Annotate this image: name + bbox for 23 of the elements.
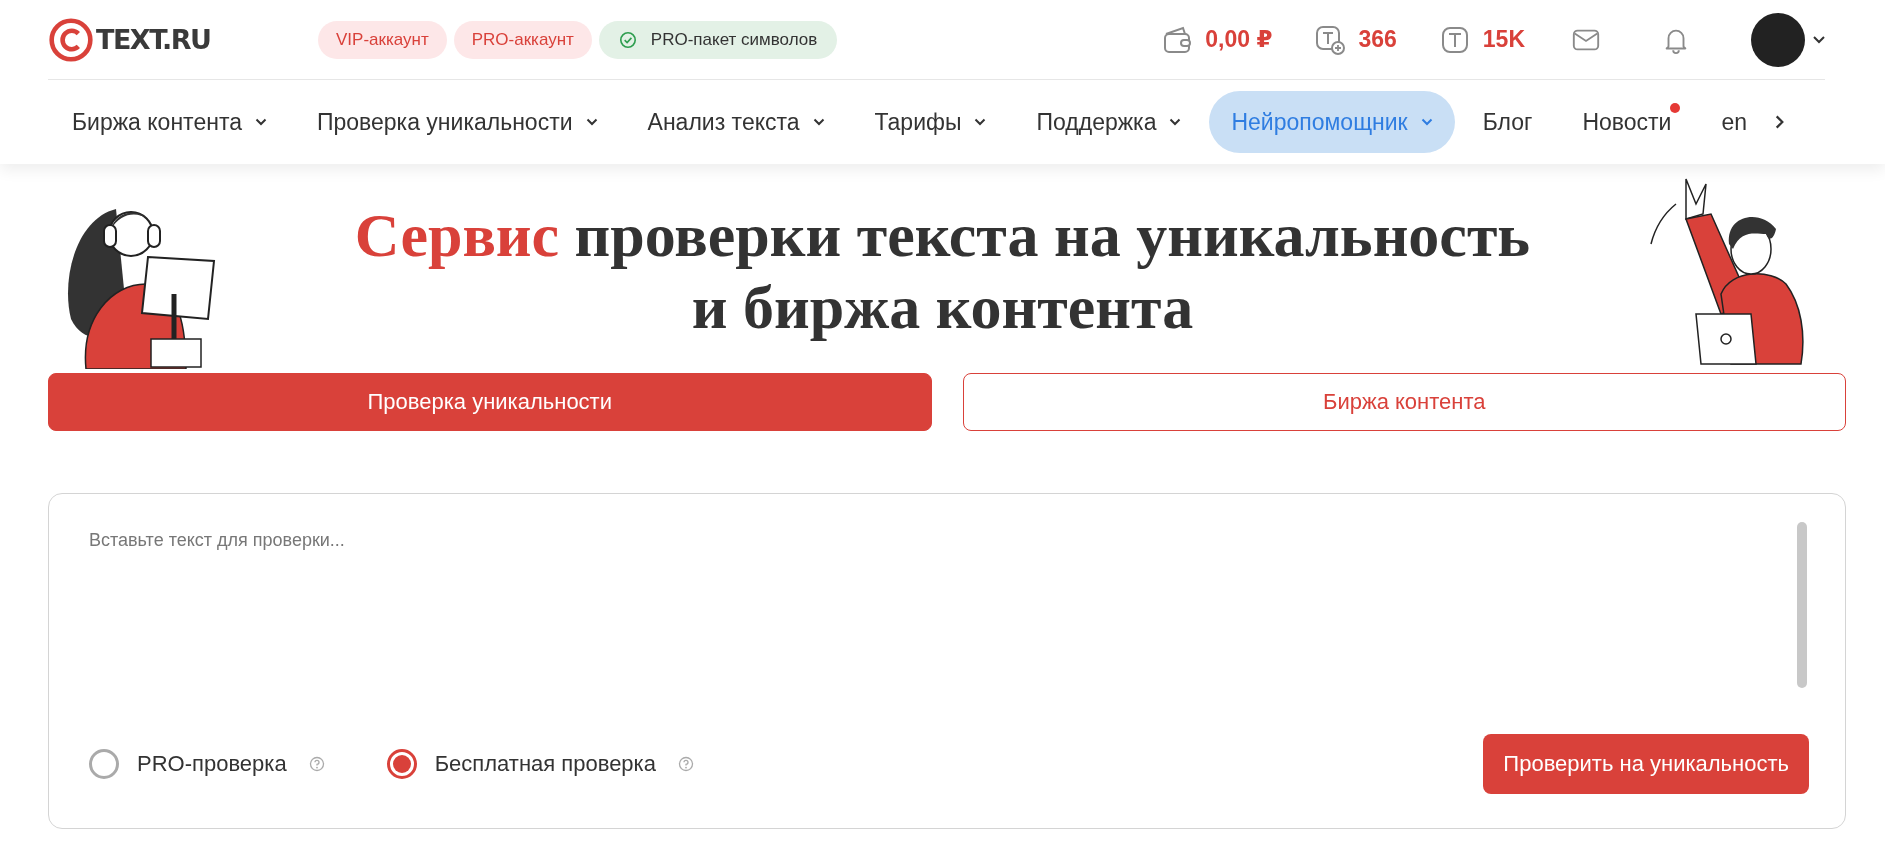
hero-subtitle: и биржа контента xyxy=(691,272,1194,343)
stat-value[interactable]: 366 xyxy=(1358,26,1397,53)
nav-item[interactable]: Поддержка xyxy=(1014,91,1204,153)
nav-item[interactable]: Проверка уникальности xyxy=(294,91,620,153)
account-badge[interactable]: PRO-аккаунт xyxy=(453,20,592,59)
logo-text[interactable]: TEXT.RU xyxy=(96,24,211,55)
stat-value[interactable]: 0,00 ₽ xyxy=(1205,26,1273,53)
radio-label[interactable]: PRO-проверка xyxy=(137,751,287,777)
stat-value[interactable]: 15K xyxy=(1482,26,1525,53)
check-uniqueness-button[interactable]: Проверить на уникальность xyxy=(1483,734,1809,794)
account-badge[interactable]: VIP-аккаунт xyxy=(318,20,447,59)
nav-item[interactable]: en xyxy=(1699,91,1770,153)
nav-item[interactable]: Новости xyxy=(1560,91,1694,153)
section-tab[interactable]: Проверка уникальности xyxy=(48,373,932,431)
nav-item[interactable]: Тарифы xyxy=(852,91,1009,153)
nav-item[interactable]: Блог xyxy=(1460,91,1555,153)
package-badge[interactable]: PRO-пакет символов xyxy=(598,20,838,59)
nav-item[interactable]: Анализ текста xyxy=(625,91,847,153)
hero-title: Сервис проверки текста на уникальность xyxy=(354,200,1531,271)
nav-item[interactable]: Биржа контента xyxy=(50,91,289,153)
radio-label[interactable]: Бесплатная проверка xyxy=(434,751,656,777)
text-input-field[interactable]: Вставьте текст для проверки... PRO-проверка Бесплатная проверка Проверить на уникальность xyxy=(48,493,1846,829)
section-tab[interactable]: Биржа контента xyxy=(962,373,1846,431)
